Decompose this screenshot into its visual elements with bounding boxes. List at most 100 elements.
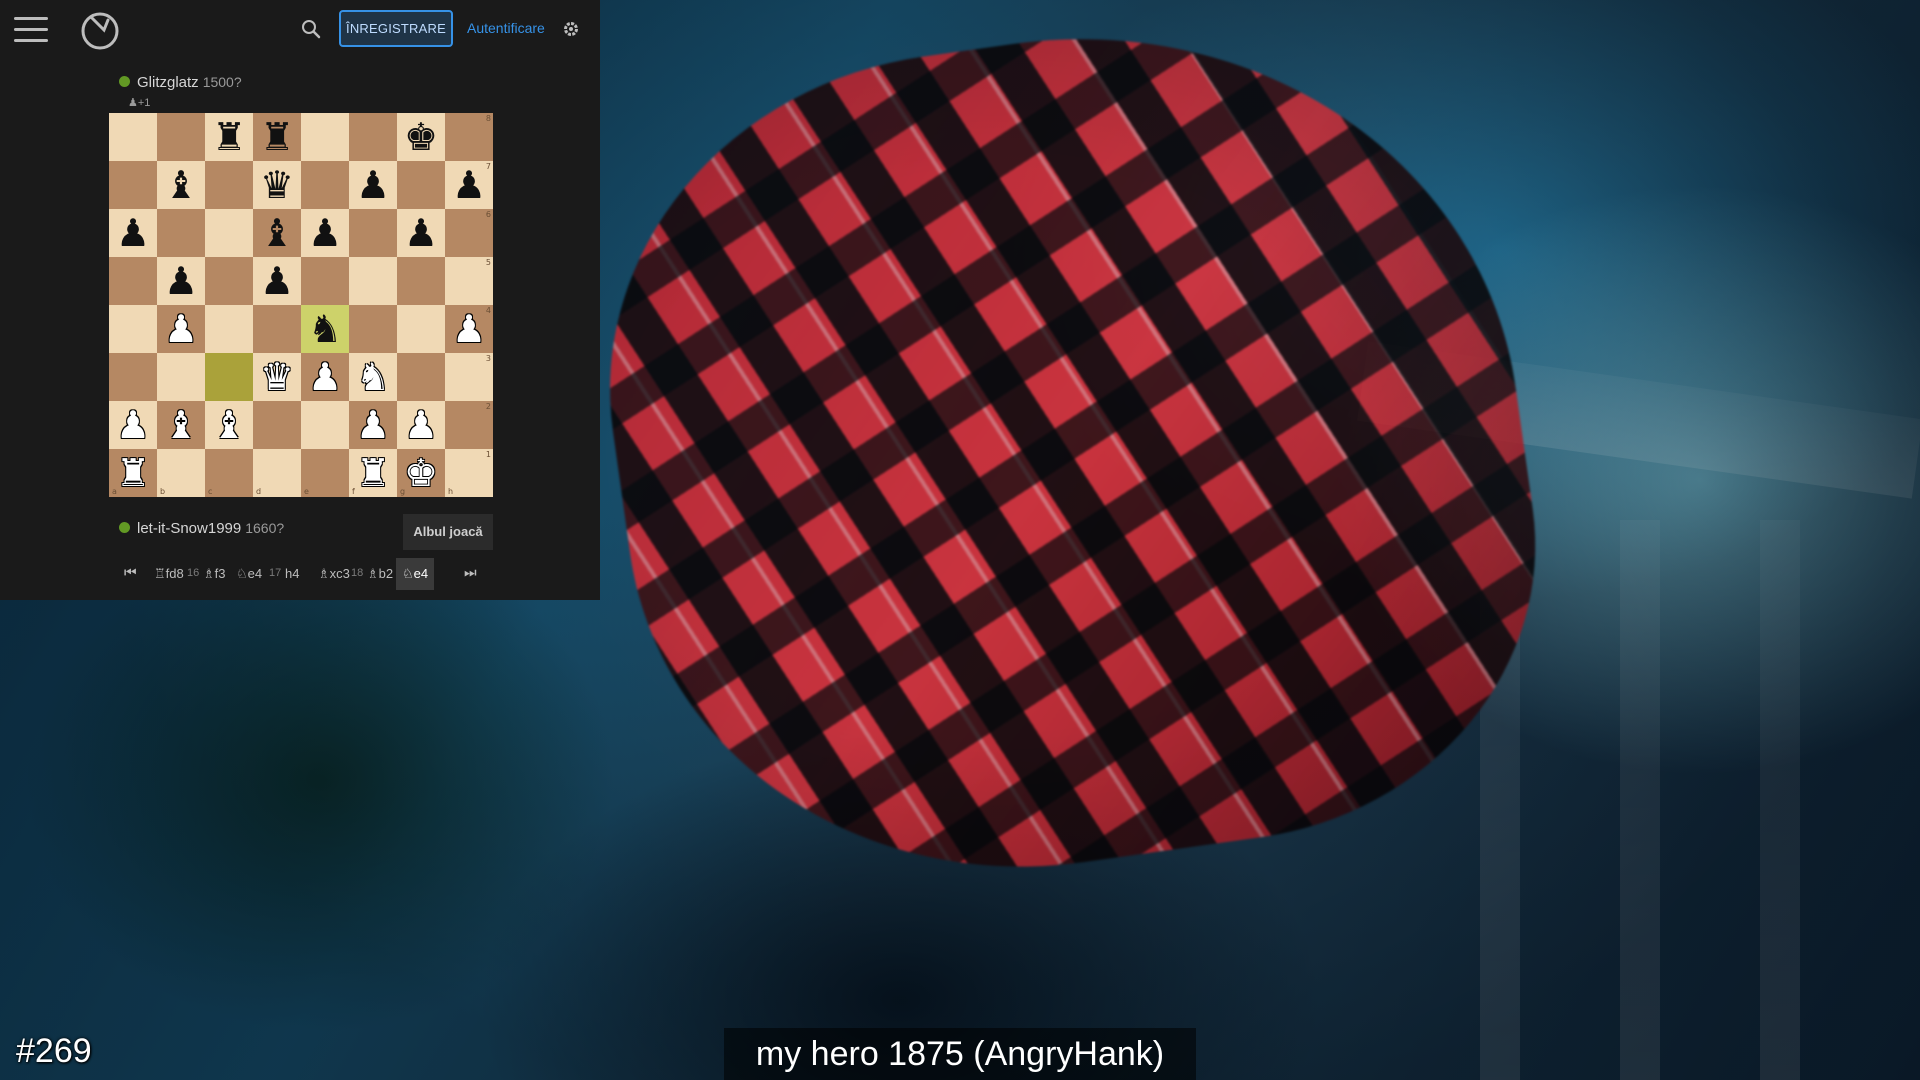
square-h1[interactable]: 1h: [445, 449, 493, 497]
square-f6[interactable]: [349, 209, 397, 257]
move-item[interactable]: ♗f3: [203, 566, 226, 582]
white-rook-icon[interactable]: ♜: [356, 454, 390, 492]
square-c5[interactable]: [205, 257, 253, 305]
black-pawn-icon[interactable]: ♟: [356, 166, 390, 204]
square-g4[interactable]: [397, 305, 445, 353]
gear-icon[interactable]: [561, 19, 581, 39]
square-d4[interactable]: [253, 305, 301, 353]
square-c3[interactable]: [205, 353, 253, 401]
square-c1[interactable]: c: [205, 449, 253, 497]
square-d1[interactable]: d: [253, 449, 301, 497]
square-g2[interactable]: ♟: [397, 401, 445, 449]
square-e2[interactable]: [301, 401, 349, 449]
login-link[interactable]: Autentificare: [467, 20, 545, 36]
square-b3[interactable]: [157, 353, 205, 401]
square-b8[interactable]: [157, 113, 205, 161]
square-e6[interactable]: ♟: [301, 209, 349, 257]
square-a7[interactable]: [109, 161, 157, 209]
square-a4[interactable]: [109, 305, 157, 353]
square-g5[interactable]: [397, 257, 445, 305]
top-player[interactable]: Glitzglatz 1500?: [119, 74, 242, 91]
square-h8[interactable]: 8: [445, 113, 493, 161]
black-pawn-icon[interactable]: ♟: [404, 214, 438, 252]
square-a8[interactable]: [109, 113, 157, 161]
white-pawn-icon[interactable]: ♟: [164, 310, 198, 348]
register-button[interactable]: ÎNREGISTRARE: [339, 10, 453, 47]
black-knight-icon[interactable]: ♞: [308, 310, 342, 348]
black-bishop-icon[interactable]: ♝: [164, 166, 198, 204]
square-b5[interactable]: ♟: [157, 257, 205, 305]
black-pawn-icon[interactable]: ♟: [116, 214, 150, 252]
square-b4[interactable]: ♟: [157, 305, 205, 353]
black-bishop-icon[interactable]: ♝: [260, 214, 294, 252]
white-king-icon[interactable]: ♚: [404, 454, 438, 492]
hamburger-menu-icon[interactable]: [14, 17, 48, 43]
square-e7[interactable]: [301, 161, 349, 209]
square-d5[interactable]: ♟: [253, 257, 301, 305]
white-pawn-icon[interactable]: ♟: [404, 406, 438, 444]
square-f7[interactable]: ♟: [349, 161, 397, 209]
black-queen-icon[interactable]: ♛: [260, 166, 294, 204]
square-b2[interactable]: ♝: [157, 401, 205, 449]
white-pawn-icon[interactable]: ♟: [452, 310, 486, 348]
black-pawn-icon[interactable]: ♟: [260, 262, 294, 300]
square-a5[interactable]: [109, 257, 157, 305]
white-queen-icon[interactable]: ♛: [260, 358, 294, 396]
square-d6[interactable]: ♝: [253, 209, 301, 257]
square-g3[interactable]: [397, 353, 445, 401]
square-h7[interactable]: ♟ 7: [445, 161, 493, 209]
square-d7[interactable]: ♛: [253, 161, 301, 209]
black-pawn-icon[interactable]: ♟: [308, 214, 342, 252]
chess-board[interactable]: ♜ ♜ ♚ 8 ♝ ♛ ♟ ♟ 7 ♟ ♝ ♟ ♟ 6 ♟ ♟ 5 ♟ ♞ ♟ 4 ♛ ♟ ♞ 3 ♟ ♝ ♝ ♟ ♟ 2 ♜ a b c d e ♜ f ♚…: [109, 113, 493, 497]
square-d3[interactable]: ♛: [253, 353, 301, 401]
square-b7[interactable]: ♝: [157, 161, 205, 209]
square-c7[interactable]: [205, 161, 253, 209]
move-item[interactable]: ♖fd8: [154, 566, 184, 582]
square-f8[interactable]: [349, 113, 397, 161]
square-e5[interactable]: [301, 257, 349, 305]
square-f4[interactable]: [349, 305, 397, 353]
square-h4[interactable]: ♟ 4: [445, 305, 493, 353]
search-icon[interactable]: [300, 18, 322, 40]
square-d2[interactable]: [253, 401, 301, 449]
black-pawn-icon[interactable]: ♟: [452, 166, 486, 204]
lichess-logo-icon[interactable]: [78, 8, 122, 52]
move-item[interactable]: ♘e4: [236, 566, 262, 582]
square-c8[interactable]: ♜: [205, 113, 253, 161]
square-a1[interactable]: ♜ a: [109, 449, 157, 497]
square-f2[interactable]: ♟: [349, 401, 397, 449]
black-rook-icon[interactable]: ♜: [212, 118, 246, 156]
square-c2[interactable]: ♝: [205, 401, 253, 449]
bottom-player[interactable]: let-it-Snow1999 1660?: [119, 520, 284, 537]
square-d8[interactable]: ♜: [253, 113, 301, 161]
square-e4[interactable]: ♞: [301, 305, 349, 353]
square-g1[interactable]: ♚ g: [397, 449, 445, 497]
square-a3[interactable]: [109, 353, 157, 401]
white-pawn-icon[interactable]: ♟: [308, 358, 342, 396]
square-f1[interactable]: ♜ f: [349, 449, 397, 497]
square-e1[interactable]: e: [301, 449, 349, 497]
square-b6[interactable]: [157, 209, 205, 257]
square-b1[interactable]: b: [157, 449, 205, 497]
square-c4[interactable]: [205, 305, 253, 353]
white-pawn-icon[interactable]: ♟: [116, 406, 150, 444]
move-item[interactable]: h4: [285, 566, 299, 581]
black-king-icon[interactable]: ♚: [404, 118, 438, 156]
black-pawn-icon[interactable]: ♟: [164, 262, 198, 300]
black-rook-icon[interactable]: ♜: [260, 118, 294, 156]
square-e3[interactable]: ♟: [301, 353, 349, 401]
square-a2[interactable]: ♟: [109, 401, 157, 449]
white-pawn-icon[interactable]: ♟: [356, 406, 390, 444]
first-move-icon[interactable]: ⏮: [124, 564, 140, 582]
move-item[interactable]: ♗b2: [367, 566, 393, 582]
white-rook-icon[interactable]: ♜: [116, 454, 150, 492]
last-move-icon[interactable]: ⏭: [464, 564, 480, 582]
square-e8[interactable]: [301, 113, 349, 161]
square-h3[interactable]: 3: [445, 353, 493, 401]
square-h6[interactable]: 6: [445, 209, 493, 257]
white-bishop-icon[interactable]: ♝: [164, 406, 198, 444]
white-bishop-icon[interactable]: ♝: [212, 406, 246, 444]
square-h5[interactable]: 5: [445, 257, 493, 305]
current-move[interactable]: ♘e4: [396, 558, 435, 590]
square-h2[interactable]: 2: [445, 401, 493, 449]
